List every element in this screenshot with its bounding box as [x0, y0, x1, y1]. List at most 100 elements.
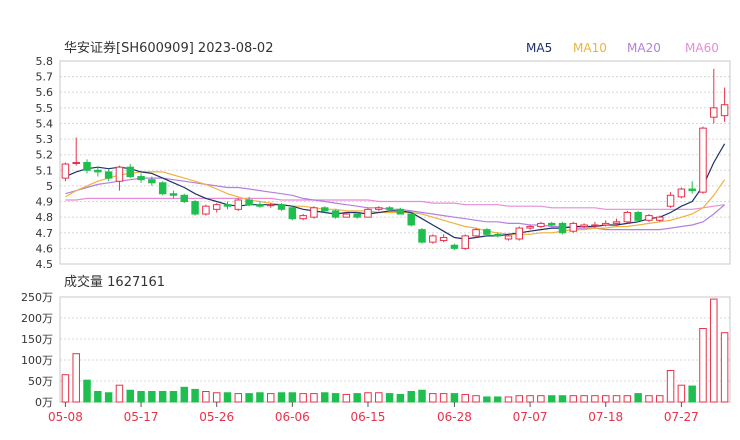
volume-bar	[699, 328, 707, 403]
candle-body	[515, 227, 524, 240]
volume-bar	[710, 298, 718, 403]
candle	[623, 210, 632, 224]
volume-bar	[234, 393, 243, 403]
candle-body	[364, 208, 372, 218]
candle-body	[580, 224, 588, 228]
price-tick-label: 4.6	[36, 242, 54, 255]
candle	[666, 192, 675, 208]
candle	[158, 181, 167, 196]
volume-bar	[677, 384, 686, 403]
candle	[288, 206, 297, 221]
price-tick-label: 4.9	[36, 196, 54, 209]
chart-title: 华安证券[SH600909] 2023-08-02	[64, 40, 273, 56]
candle	[688, 181, 696, 194]
candle-body	[623, 211, 632, 223]
volume-bar	[623, 395, 632, 403]
candle-body	[277, 204, 286, 210]
candle	[504, 234, 513, 241]
date-tick-label: 05-26	[199, 410, 234, 424]
volume-bar	[223, 392, 232, 403]
volume-bar	[720, 332, 729, 403]
candle-body	[245, 199, 253, 206]
price-tick-label: 4.5	[36, 258, 54, 271]
candle-body	[234, 199, 243, 210]
volume-panel-frame	[59, 296, 731, 403]
ma60-line	[65, 197, 725, 210]
volume-bar	[375, 392, 383, 403]
date-tick-label: 06-28	[437, 410, 472, 424]
candle-body	[569, 222, 578, 232]
volume-bar	[537, 395, 545, 403]
candle	[472, 228, 480, 238]
volume-tick-label: 200万	[21, 312, 53, 325]
candle	[537, 221, 545, 229]
volume-bar	[158, 391, 167, 403]
volume-bar	[277, 392, 286, 403]
candle-body	[612, 221, 621, 224]
candle	[580, 223, 588, 229]
candle-body	[666, 194, 675, 207]
volume-bar	[310, 393, 318, 403]
candle-body	[342, 213, 351, 218]
candle-body	[688, 188, 696, 192]
candle-body	[321, 207, 329, 212]
candle	[569, 221, 578, 233]
candle-body	[61, 163, 70, 179]
candle	[61, 162, 70, 182]
date-tick-label: 07-27	[664, 410, 699, 424]
volume-bar	[288, 392, 297, 403]
candle-body	[202, 205, 210, 215]
candle-body	[353, 213, 361, 218]
volume-bar	[666, 370, 675, 403]
volume-bar	[331, 393, 340, 403]
price-y-axis: 5.8 5.7 5.6 5.5 5.4 5.3 5.2 5.1 5 4.9 4.8 4.7 4.6 4.5	[36, 55, 54, 271]
volume-bar	[72, 353, 80, 403]
candle-body	[601, 222, 610, 226]
volume-bar	[342, 393, 351, 403]
volume-bar	[547, 395, 556, 403]
ma10-line	[65, 171, 726, 235]
candle-body	[558, 222, 567, 234]
volume-bar	[493, 396, 502, 403]
candle	[202, 204, 210, 216]
candle-body	[385, 207, 394, 210]
price-tick-label: 5.3	[36, 133, 54, 146]
volume-bar	[634, 393, 642, 403]
price-tick-label: 5.6	[36, 86, 54, 99]
candle	[429, 234, 437, 244]
volume-bar	[169, 391, 178, 403]
candle-body	[115, 166, 124, 182]
volume-bar	[353, 393, 361, 403]
volume-y-axis: 250万 200万 150万 100万 50万 0万	[21, 291, 53, 409]
candle	[461, 234, 469, 250]
candle	[720, 87, 729, 122]
volume-bar	[104, 392, 113, 403]
candle-body	[94, 169, 102, 173]
candle	[223, 201, 232, 210]
date-tick-label: 06-15	[351, 410, 386, 424]
volume-bar	[504, 396, 513, 403]
volume-bar	[212, 392, 221, 403]
price-tick-label: 4.8	[36, 211, 54, 224]
volume-bar	[558, 395, 567, 403]
candle-body	[212, 204, 221, 210]
candle	[191, 199, 199, 216]
candle-body	[591, 224, 599, 227]
candle	[558, 221, 567, 235]
candle-body	[493, 233, 502, 237]
candle	[126, 164, 134, 179]
candle-body	[677, 188, 686, 198]
price-panel-frame	[59, 60, 731, 265]
volume-tick-label: 150万	[21, 333, 53, 346]
candle	[331, 209, 340, 219]
candle	[483, 228, 491, 236]
volume-bar	[439, 393, 448, 403]
candle-body	[72, 162, 80, 164]
candle-body	[547, 222, 556, 226]
candle	[169, 190, 178, 199]
candle-body	[407, 213, 415, 226]
candle	[515, 226, 524, 241]
candle-body	[418, 229, 426, 243]
price-grid	[59, 60, 731, 265]
volume-bar	[656, 395, 664, 403]
